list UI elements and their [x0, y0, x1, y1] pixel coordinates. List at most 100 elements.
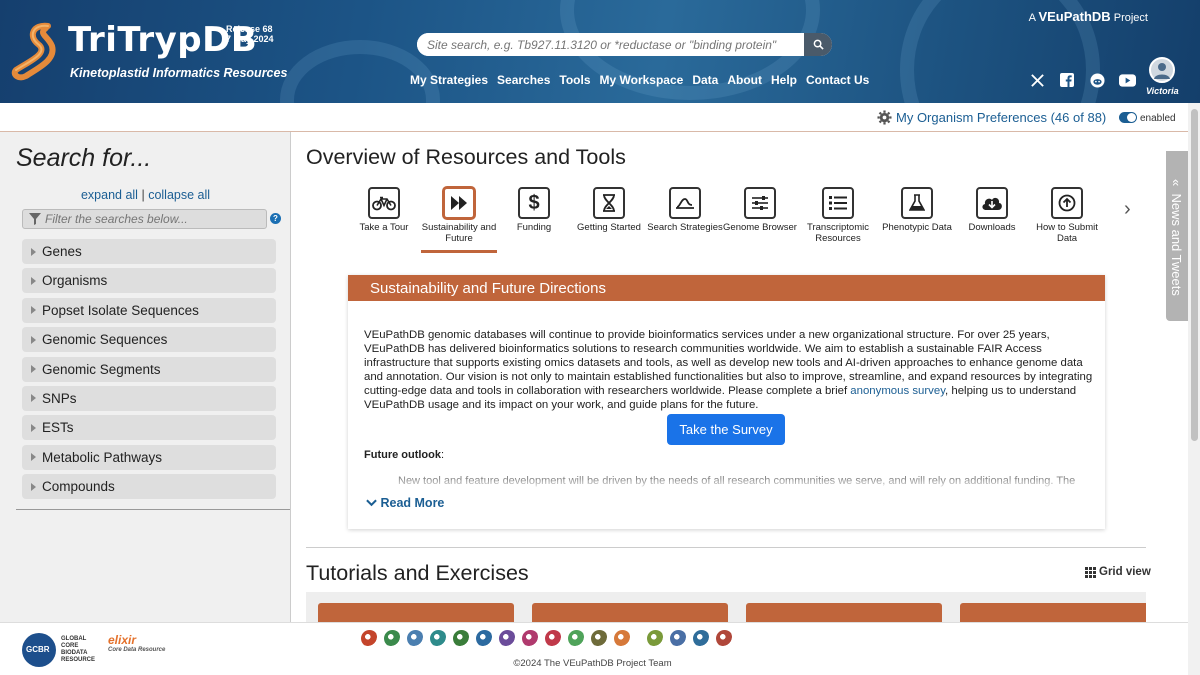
organism-site-icon[interactable]: [716, 630, 733, 647]
gcbr-line: BIODATA: [61, 650, 88, 656]
nav-my-workspace[interactable]: My Workspace: [600, 73, 684, 87]
organism-site-icon[interactable]: [591, 630, 608, 647]
list-icon: [822, 187, 854, 219]
scrollbar-thumb[interactable]: [1191, 109, 1198, 441]
tool-submit-data[interactable]: How to Submit Data: [1029, 187, 1105, 244]
collapse-all-link[interactable]: collapse all: [148, 188, 210, 202]
organism-site-icon[interactable]: [670, 630, 687, 647]
expand-caret-icon: [31, 453, 36, 462]
tool-take-a-tour[interactable]: Take a Tour: [346, 187, 422, 233]
organism-site-icon[interactable]: [545, 630, 562, 647]
tutorial-card[interactable]: [532, 603, 728, 622]
site-search-input[interactable]: [417, 33, 805, 56]
tutorial-card[interactable]: [960, 603, 1146, 622]
tool-label: Take a Tour: [359, 222, 409, 233]
tutorial-card[interactable]: [746, 603, 942, 622]
search-filter-input[interactable]: [45, 211, 260, 227]
tool-label: Transcriptomic Resources: [807, 222, 869, 244]
user-avatar-icon[interactable]: [1149, 57, 1175, 83]
nav-about[interactable]: About: [727, 73, 762, 87]
organism-site-icon[interactable]: [614, 630, 631, 647]
organism-preferences-link[interactable]: My Organism Preferences (46 of 88): [877, 110, 1106, 125]
nav-help[interactable]: Help: [771, 73, 797, 87]
search-category-organisms[interactable]: Organisms: [22, 268, 276, 294]
site-search: [417, 33, 832, 56]
release-date: 7 May 2024: [226, 34, 274, 44]
project-attribution[interactable]: A VEuPathDB Project: [1029, 9, 1148, 24]
search-category-ests[interactable]: ESTs: [22, 415, 276, 441]
search-category-popset[interactable]: Popset Isolate Sequences: [22, 297, 276, 323]
organism-site-icon[interactable]: [453, 630, 470, 647]
future-outlook-text: Future outlook: [364, 449, 441, 461]
preferences-toggle-label: enabled: [1140, 113, 1176, 124]
search-category-genomic-segments[interactable]: Genomic Segments: [22, 356, 276, 382]
survey-link[interactable]: anonymous survey: [850, 385, 945, 397]
organism-site-icon[interactable]: [430, 630, 447, 647]
organism-site-icon[interactable]: [384, 630, 401, 647]
tool-transcriptomic-resources[interactable]: Transcriptomic Resources: [800, 187, 876, 244]
nav-contact-us[interactable]: Contact Us: [806, 73, 869, 87]
organism-site-icon[interactable]: [522, 630, 539, 647]
search-category-label: SNPs: [42, 390, 77, 406]
tool-sustainability[interactable]: Sustainability and Future: [421, 187, 497, 244]
organism-site-icon[interactable]: [647, 630, 664, 647]
search-category-label: Compounds: [42, 479, 115, 495]
grid-view-button[interactable]: Grid view: [1085, 566, 1151, 578]
nav-data[interactable]: Data: [692, 73, 718, 87]
future-outlook-label: Future outlook:: [364, 449, 444, 461]
tool-getting-started[interactable]: Getting Started: [571, 187, 647, 233]
tritrypdb-logo-icon[interactable]: [8, 20, 68, 84]
tool-funding[interactable]: $ Funding: [496, 187, 572, 233]
page-scrollbar[interactable]: [1188, 103, 1200, 675]
organism-site-icon[interactable]: [361, 630, 378, 647]
search-category-genes[interactable]: Genes: [22, 239, 276, 264]
tool-downloads[interactable]: Downloads: [954, 187, 1030, 233]
tool-label: How to Submit Data: [1036, 222, 1098, 244]
future-outlook-text: New tool and feature development will be…: [398, 475, 1076, 487]
expand-caret-icon: [31, 306, 36, 315]
news-and-tweets-tab[interactable]: « News and Tweets: [1166, 151, 1188, 321]
tool-label: Search Strategies: [647, 222, 723, 233]
carousel-next-icon[interactable]: ›: [1124, 198, 1131, 221]
bicycle-icon: [368, 187, 400, 219]
organism-site-icon[interactable]: [407, 630, 424, 647]
tool-genome-browser[interactable]: Genome Browser: [722, 187, 798, 233]
elixir-logo[interactable]: elixir Core Data Resource: [108, 633, 165, 653]
site-tagline: Kinetoplastid Informatics Resources: [70, 66, 288, 80]
site-search-button[interactable]: [804, 33, 832, 56]
facebook-icon[interactable]: [1058, 71, 1076, 89]
nav-searches[interactable]: Searches: [497, 73, 550, 87]
search-category-snps[interactable]: SNPs: [22, 385, 276, 411]
release-info: Release 68 7 May 2024: [226, 24, 274, 44]
sidebar-title: Search for...: [16, 144, 152, 172]
search-category-compounds[interactable]: Compounds: [22, 474, 276, 500]
read-more-link[interactable]: Read More: [366, 496, 444, 510]
organism-site-icon[interactable]: [693, 630, 710, 647]
preferences-toggle[interactable]: [1119, 112, 1137, 123]
reddit-icon[interactable]: [1088, 71, 1106, 89]
nav-tools[interactable]: Tools: [559, 73, 590, 87]
organism-site-icon[interactable]: [476, 630, 493, 647]
tool-phenotypic-data[interactable]: Phenotypic Data: [879, 187, 955, 233]
search-category-genomic-sequences[interactable]: Genomic Sequences: [22, 327, 276, 353]
read-more-label: Read More: [380, 496, 445, 510]
tool-search-strategies[interactable]: Search Strategies: [647, 187, 723, 233]
panel-body: VEuPathDB genomic databases will continu…: [364, 328, 1094, 412]
copyright: ©2024 The VEuPathDB Project Team: [513, 658, 672, 669]
take-survey-button[interactable]: Take the Survey: [667, 414, 785, 445]
chevron-down-icon: [366, 499, 377, 507]
organism-preferences-bar: My Organism Preferences (46 of 88) enabl…: [0, 103, 1200, 132]
organism-site-icon[interactable]: [499, 630, 516, 647]
tutorial-cards: [306, 592, 1146, 622]
search-category-metabolic-pathways[interactable]: Metabolic Pathways: [22, 444, 276, 470]
user-name[interactable]: Victoria: [1146, 86, 1179, 96]
x-icon[interactable]: [1028, 71, 1046, 89]
nav-my-strategies[interactable]: My Strategies: [410, 73, 488, 87]
organism-site-icon[interactable]: [568, 630, 585, 647]
youtube-icon[interactable]: [1118, 71, 1136, 89]
search-category-label: ESTs: [42, 420, 74, 436]
help-icon[interactable]: ?: [270, 213, 281, 224]
fast-forward-icon: [443, 187, 475, 219]
expand-all-link[interactable]: expand all: [81, 188, 138, 202]
tutorial-card[interactable]: [318, 603, 514, 622]
